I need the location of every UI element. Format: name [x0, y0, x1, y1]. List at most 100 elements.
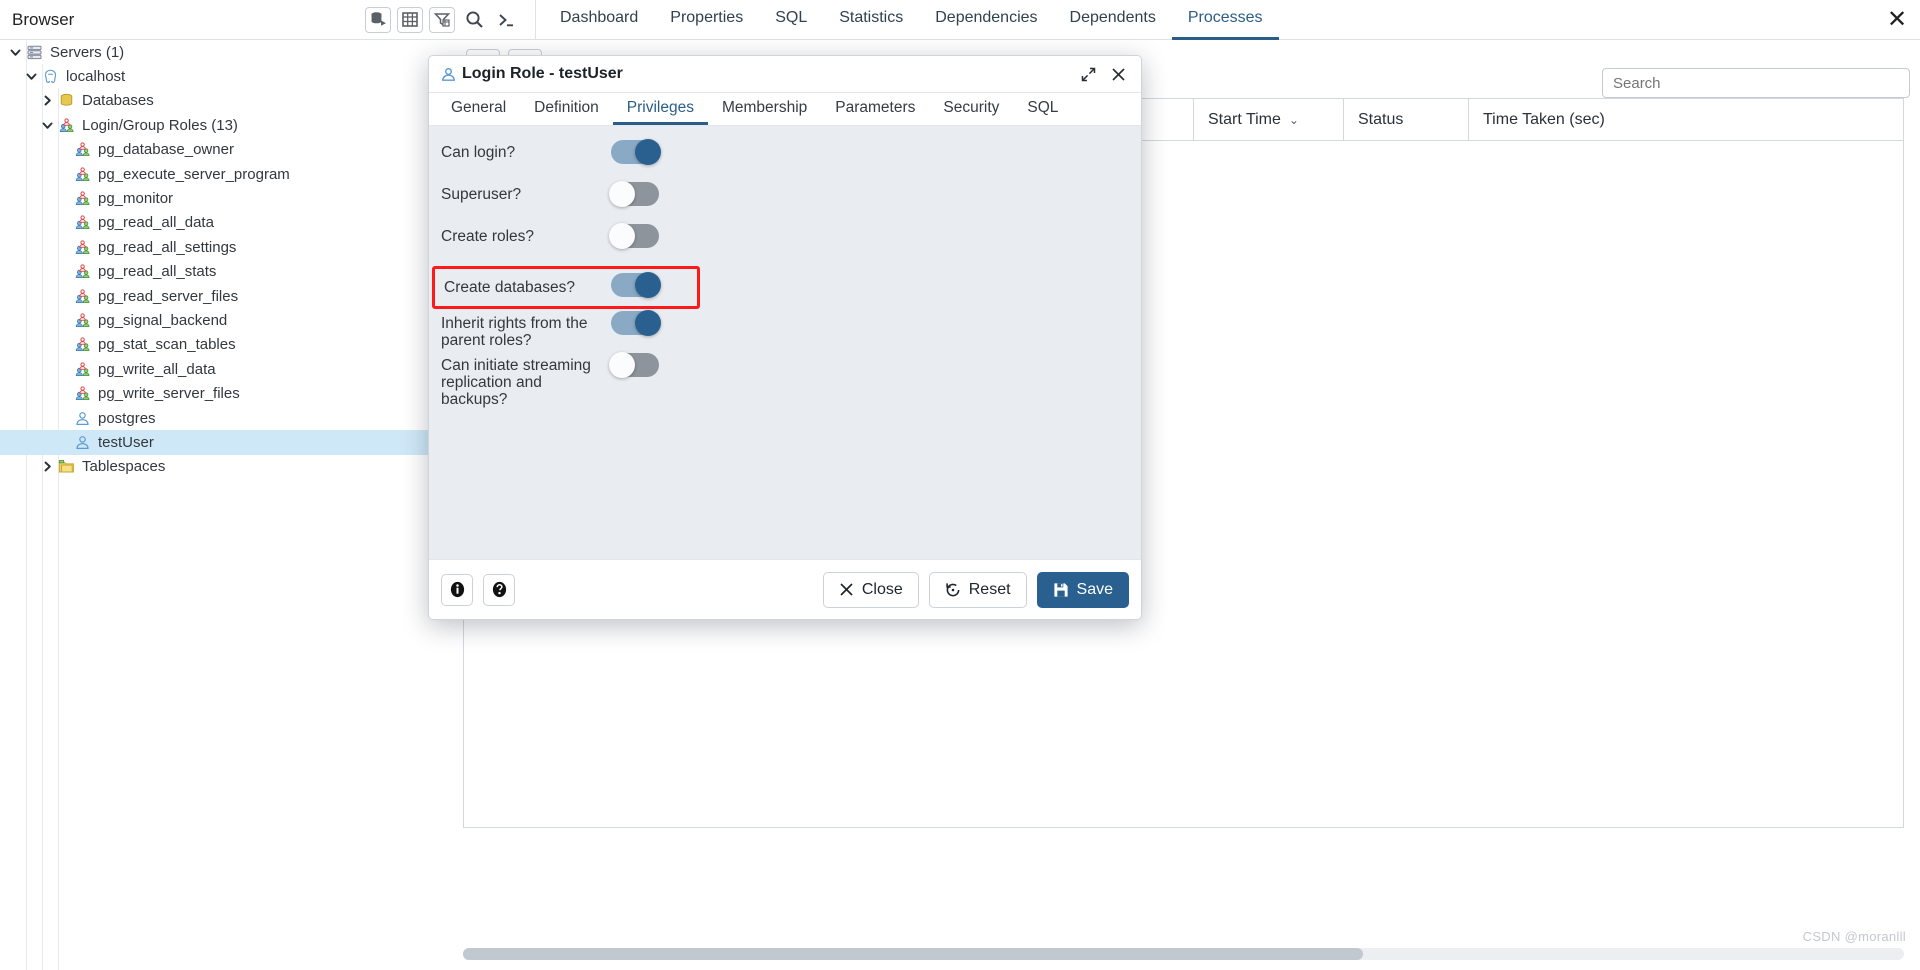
- tree-item-tablespaces[interactable]: Tablespaces: [0, 455, 436, 479]
- field-row-create-databases: Create databases?: [432, 266, 700, 309]
- tree-item-label: Databases: [82, 92, 154, 110]
- column-header-start-time[interactable]: Start Time ⌄: [1194, 99, 1344, 140]
- toggle-superuser[interactable]: [609, 181, 659, 207]
- column-header-start-time-label: Start Time: [1208, 110, 1281, 128]
- grid-table-icon[interactable]: [397, 6, 423, 33]
- browser-toolbar: [365, 6, 529, 33]
- toggle-inherit-rights-from-the-parent-roles[interactable]: [611, 310, 661, 336]
- dialog-tab-privileges[interactable]: Privileges: [612, 93, 708, 125]
- toolbar-divider: [535, 0, 536, 40]
- window-close-icon[interactable]: ✕: [1874, 0, 1920, 40]
- tab-dependents[interactable]: Dependents: [1054, 0, 1172, 40]
- field-label-can-initiate-streaming-replication-and-backups: Can initiate streaming replication and b…: [441, 357, 591, 408]
- tree-item-pg-read-all-data[interactable]: pg_read_all_data: [0, 211, 436, 235]
- tree-item-pg-write-server-files[interactable]: pg_write_server_files: [0, 381, 436, 405]
- tree-item-pg-read-all-settings[interactable]: pg_read_all_settings: [0, 235, 436, 259]
- tree-item-label: pg_read_all_data: [98, 214, 214, 232]
- dialog-tab-membership[interactable]: Membership: [708, 93, 821, 125]
- object-tabs: Dashboard Properties SQL Statistics Depe…: [544, 0, 1874, 40]
- dialog-tab-sql[interactable]: SQL: [1013, 93, 1072, 125]
- tree-item-pg-stat-scan-tables[interactable]: pg_stat_scan_tables: [0, 333, 436, 357]
- column-header-time-taken[interactable]: Time Taken (sec): [1469, 99, 1719, 140]
- tree-item-databases[interactable]: Databases: [0, 89, 436, 113]
- tree-item-postgres[interactable]: postgres: [0, 406, 436, 430]
- tab-processes[interactable]: Processes: [1171, 0, 1279, 40]
- close-button-label: Close: [861, 580, 903, 598]
- chevron-right-icon[interactable]: [38, 94, 56, 107]
- tree-item-label: testUser: [98, 433, 154, 451]
- tab-statistics[interactable]: Statistics: [823, 0, 919, 40]
- filter-table-icon[interactable]: [429, 6, 455, 33]
- close-button[interactable]: Close: [822, 571, 919, 608]
- tree-item-label: pg_stat_scan_tables: [98, 336, 236, 354]
- help-icon[interactable]: [483, 573, 515, 606]
- dialog-tab-security[interactable]: Security: [929, 93, 1013, 125]
- dialog-tab-general[interactable]: General: [437, 93, 520, 125]
- group-roles-icon: [56, 117, 76, 133]
- privileges-form: Can login? Superuser? Create roles? Create …: [429, 126, 1141, 559]
- search-icon[interactable]: [461, 6, 487, 33]
- field-label-create-databases: Create databases?: [444, 279, 575, 296]
- object-explorer-icon[interactable]: [365, 6, 391, 33]
- tab-sql[interactable]: SQL: [759, 0, 823, 40]
- tree-item-label: pg_read_server_files: [98, 287, 239, 305]
- tab-dashboard[interactable]: Dashboard: [544, 0, 654, 40]
- tree-item-pg-write-all-data[interactable]: pg_write_all_data: [0, 357, 436, 381]
- toggle-create-databases[interactable]: [611, 272, 661, 298]
- login-role-icon: [72, 410, 92, 426]
- tree-item-pg-monitor[interactable]: pg_monitor: [0, 186, 436, 210]
- tree-item-pg-signal-backend[interactable]: pg_signal_backend: [0, 308, 436, 332]
- dialog-tab-definition[interactable]: Definition: [520, 93, 613, 125]
- tab-properties[interactable]: Properties: [654, 0, 759, 40]
- save-button[interactable]: Save: [1036, 571, 1129, 608]
- column-header-status[interactable]: Status: [1344, 99, 1469, 140]
- field-control: [611, 139, 661, 169]
- tree-item-label: pg_read_all_stats: [98, 263, 217, 281]
- chevron-down-icon[interactable]: [6, 46, 24, 59]
- dialog-title-bar: Login Role - testUser: [429, 56, 1141, 93]
- tablespaces-folder-icon: [56, 459, 76, 475]
- tree-item-login-group-roles-13[interactable]: Login/Group Roles (13): [0, 113, 436, 137]
- terminal-icon[interactable]: [493, 6, 519, 33]
- role-group-icon: [72, 166, 92, 182]
- toggle-knob: [609, 223, 635, 249]
- save-disk-icon: [1053, 582, 1068, 597]
- info-icon[interactable]: [441, 573, 473, 606]
- close-icon[interactable]: [1103, 60, 1133, 88]
- role-group-icon: [72, 191, 92, 207]
- scrollbar-thumb[interactable]: [463, 948, 1363, 960]
- chevron-right-icon[interactable]: [38, 460, 56, 473]
- dialog-tab-parameters[interactable]: Parameters: [821, 93, 929, 125]
- toggle-can-login[interactable]: [611, 139, 661, 165]
- tree-item-label: pg_write_all_data: [98, 360, 216, 378]
- tree-item-label: pg_database_owner: [98, 141, 234, 159]
- tree-item-pg-read-server-files[interactable]: pg_read_server_files: [0, 284, 436, 308]
- field-control: [611, 272, 661, 302]
- servers-icon: [24, 44, 44, 60]
- horizontal-scrollbar[interactable]: [463, 948, 1904, 960]
- tree-item-pg-read-all-stats[interactable]: pg_read_all_stats: [0, 260, 436, 284]
- expand-icon[interactable]: [1073, 60, 1103, 88]
- databases-icon: [56, 93, 76, 109]
- tree-item-label: Tablespaces: [82, 458, 166, 476]
- toggle-knob: [609, 181, 635, 207]
- tree-item-pg-database-owner[interactable]: pg_database_owner: [0, 138, 436, 162]
- search-input[interactable]: [1602, 68, 1910, 98]
- chevron-down-icon[interactable]: [22, 70, 40, 83]
- login-role-dialog: Login Role - testUser General Definition…: [428, 55, 1142, 620]
- login-role-icon: [72, 434, 92, 450]
- tree-item-pg-execute-server-program[interactable]: pg_execute_server_program: [0, 162, 436, 186]
- chevron-down-icon[interactable]: [38, 119, 56, 132]
- tab-dependencies[interactable]: Dependencies: [919, 0, 1053, 40]
- field-row-can-initiate-streaming-replication-and-backups: Can initiate streaming replication and b…: [429, 352, 1141, 408]
- tree-item-servers-1[interactable]: Servers (1): [0, 40, 436, 64]
- reset-button[interactable]: Reset: [928, 571, 1027, 608]
- postgres-elephant-icon: [40, 69, 60, 85]
- toggle-create-roles[interactable]: [609, 223, 659, 249]
- tree-item-localhost[interactable]: localhost: [0, 64, 436, 88]
- tree-item-label: pg_write_server_files: [98, 385, 240, 403]
- tree-item-testuser[interactable]: testUser: [0, 430, 436, 455]
- toggle-can-initiate-streaming-replication-and-backups[interactable]: [609, 352, 659, 378]
- login-role-icon: [441, 67, 456, 82]
- role-group-icon: [72, 264, 92, 280]
